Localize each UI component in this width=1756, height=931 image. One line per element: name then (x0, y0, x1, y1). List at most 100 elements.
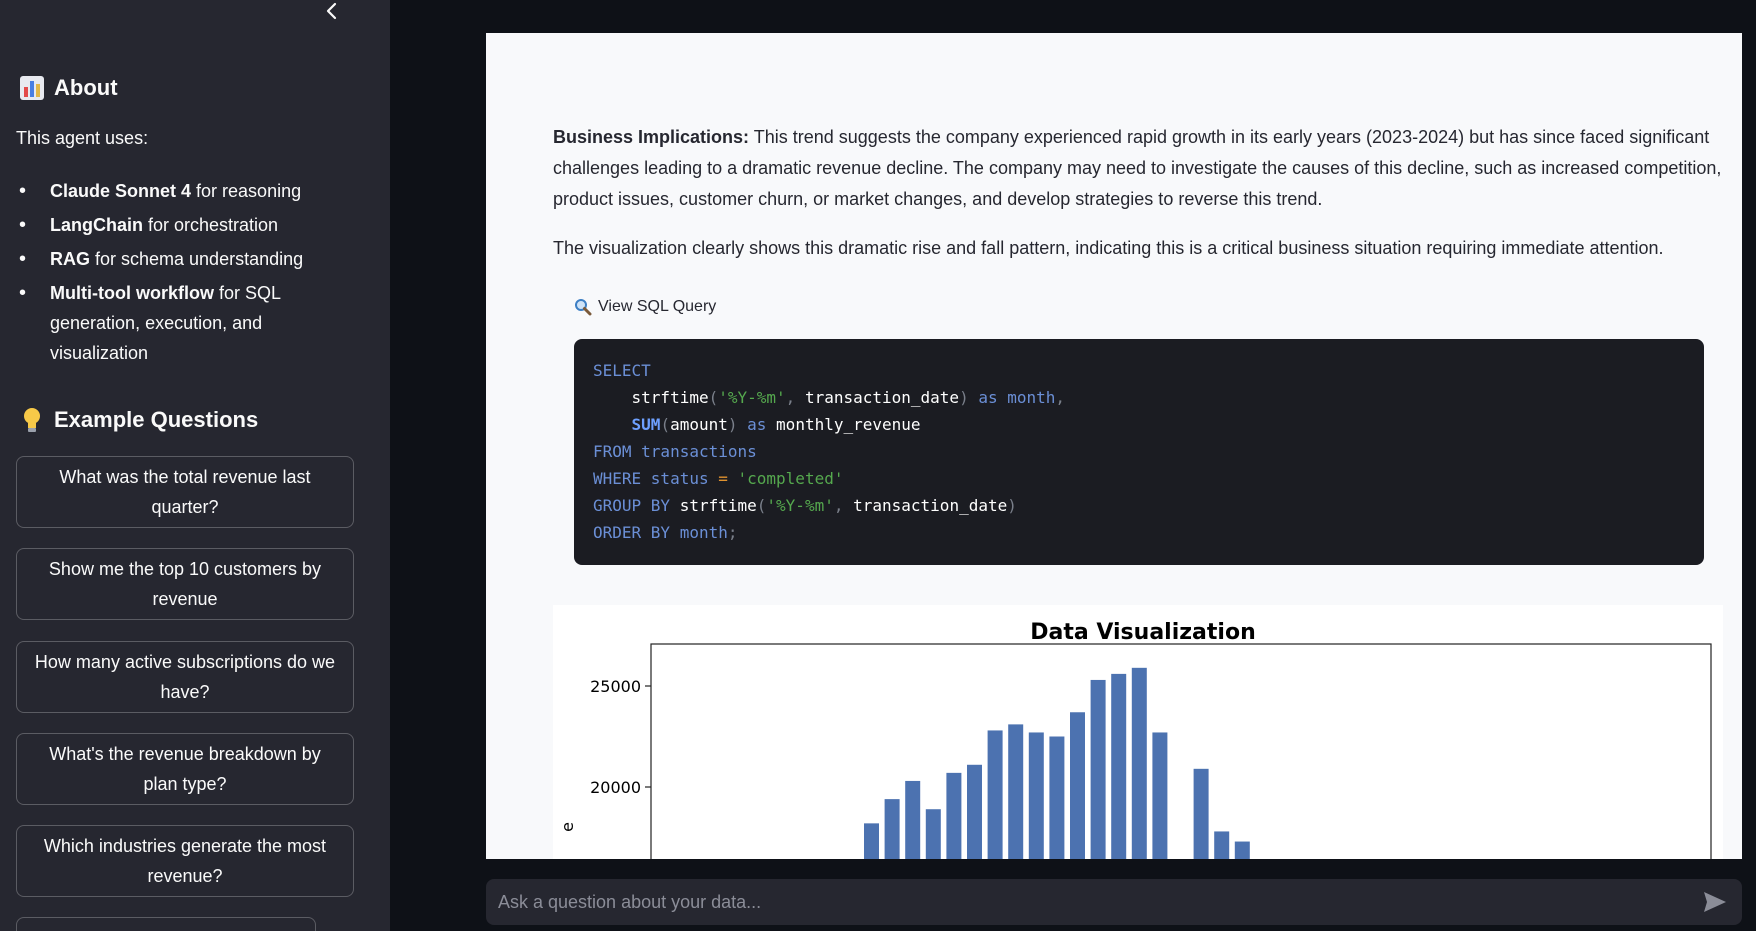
chart-bar (925, 809, 941, 859)
chart-bar (1070, 712, 1085, 859)
sql-token: FROM transactions (593, 442, 757, 461)
bars (864, 667, 1250, 859)
chart-bar (905, 780, 921, 859)
sql-code-line: WHERE status = 'completed' (593, 465, 1685, 492)
example-question-button[interactable]: What was the total revenue last quarter? (16, 456, 354, 528)
sql-token: SELECT (593, 361, 651, 380)
sql-token: strftime (679, 496, 757, 515)
y-tick-label: 25000 (590, 677, 641, 696)
feature-item: Multi-tool workflow for SQL generation, … (16, 278, 336, 368)
sql-token: ) (1007, 496, 1017, 515)
sql-token: SUM (593, 415, 661, 434)
feature-desc: for orchestration (143, 215, 279, 235)
sql-token: monthly_revenue (776, 415, 921, 434)
sidebar: About This agent uses: Claude Sonnet 4 f… (0, 0, 390, 931)
sql-token: amount (670, 415, 728, 434)
chart-ylabel: e (558, 822, 577, 832)
feature-name: LangChain (50, 215, 143, 235)
chart-bar (1131, 667, 1147, 859)
chart-bar (1214, 831, 1230, 859)
feature-list: Claude Sonnet 4 for reasoning LangChain … (16, 176, 336, 372)
chart-bar (884, 799, 900, 859)
chart-bar (987, 730, 1003, 859)
sql-token: ) (727, 415, 738, 434)
example-question-button[interactable]: What's the revenue breakdown by plan typ… (16, 733, 354, 805)
feature-desc: for schema understanding (90, 249, 304, 269)
y-tick-label: 20000 (590, 778, 641, 797)
y-axis-ticks: 20000 25000 (590, 677, 651, 797)
sql-code-line: ORDER BY month; (593, 519, 1685, 546)
sql-token: WHERE status (593, 469, 719, 488)
sql-token: ( (708, 388, 719, 407)
sql-token: ; (727, 523, 738, 542)
feature-desc: for reasoning (191, 181, 302, 201)
chart-bar (1152, 732, 1168, 859)
sql-token: as (737, 415, 777, 434)
sql-token: transaction_date (853, 496, 1008, 515)
chart-bar (1049, 736, 1065, 859)
chart-bar (1111, 673, 1127, 859)
example-question-button[interactable]: Which industries generate the most reven… (16, 825, 354, 897)
collapse-sidebar-button[interactable] (318, 0, 346, 22)
sql-token: = (718, 469, 728, 488)
chart-bar (1234, 841, 1250, 859)
plot-area (650, 643, 1712, 859)
feature-item: Claude Sonnet 4 for reasoning (16, 176, 336, 206)
sql-token: transaction_date (804, 388, 960, 407)
chat-input-bar (486, 879, 1742, 925)
chart-svg: Data Visualization e 20000 25000 (558, 620, 1712, 859)
chart-bar (967, 764, 982, 859)
business-implications-paragraph: Business Implications: This trend sugges… (553, 122, 1723, 215)
sql-code-line: FROM transactions (593, 438, 1685, 465)
view-sql-query-expander[interactable]: View SQL Query (574, 298, 716, 316)
sql-code-line: SELECT (593, 357, 1685, 384)
chart-title: Data Visualization (1030, 620, 1255, 645)
visualization-paragraph: The visualization clearly shows this dra… (553, 238, 1664, 258)
example-question-button[interactable]: How many active subscriptions do we have… (16, 641, 354, 713)
sql-token: ORDER BY month (593, 523, 728, 542)
example-question-button[interactable] (16, 917, 316, 931)
sql-token: ( (756, 496, 767, 515)
agent-uses-text: This agent uses: (16, 128, 149, 148)
chevron-left-icon (326, 2, 337, 20)
sql-token: , (785, 388, 805, 407)
feature-name: Multi-tool workflow (50, 283, 214, 303)
send-icon (1704, 892, 1726, 912)
chart-bar (864, 823, 879, 859)
example-questions-title: Example Questions (54, 407, 259, 432)
sql-token: ) (959, 388, 969, 407)
feature-name: Claude Sonnet 4 (50, 181, 192, 201)
chart-bar (1090, 679, 1106, 859)
sql-token: GROUP BY (593, 496, 680, 515)
sql-code-line: GROUP BY strftime('%Y-%m', transaction_d… (593, 492, 1685, 519)
chart-bar (1008, 724, 1024, 859)
about-heading: About (18, 74, 118, 102)
chart: Data Visualization e 20000 25000 (553, 605, 1723, 859)
example-question-button[interactable]: Show me the top 10 customers by revenue (16, 548, 354, 620)
sql-token: 'completed' (727, 469, 844, 488)
view-sql-query-label: View SQL Query (598, 298, 717, 315)
feature-name: RAG (50, 249, 90, 269)
chart-bar (1028, 732, 1044, 859)
sql-code-block: SELECT strftime('%Y-%m', transaction_dat… (574, 339, 1704, 565)
sql-token: , (833, 496, 854, 515)
sql-token: , (1055, 388, 1066, 407)
chat-input[interactable] (498, 891, 1700, 913)
sql-token: strftime (593, 388, 709, 407)
sql-token: '%Y-%m' (766, 496, 834, 515)
sql-code-line: SUM(amount) as monthly_revenue (593, 411, 1685, 438)
send-button[interactable] (1700, 887, 1730, 917)
sql-code-line: strftime('%Y-%m', transaction_date) as m… (593, 384, 1685, 411)
implications-label: Business Implications: (553, 127, 750, 147)
magnifier-icon (575, 299, 592, 316)
about-title: About (54, 75, 118, 100)
lightbulb-icon (18, 406, 46, 434)
sql-token: ( (660, 415, 671, 434)
chart-bar (946, 772, 962, 859)
bar-chart-icon (18, 74, 46, 102)
feature-item: RAG for schema understanding (16, 244, 336, 274)
assistant-message: Business Implications: This trend sugges… (486, 33, 1742, 859)
sql-token: as month (968, 388, 1056, 407)
feature-item: LangChain for orchestration (16, 210, 336, 240)
example-questions-heading: Example Questions (18, 406, 258, 434)
